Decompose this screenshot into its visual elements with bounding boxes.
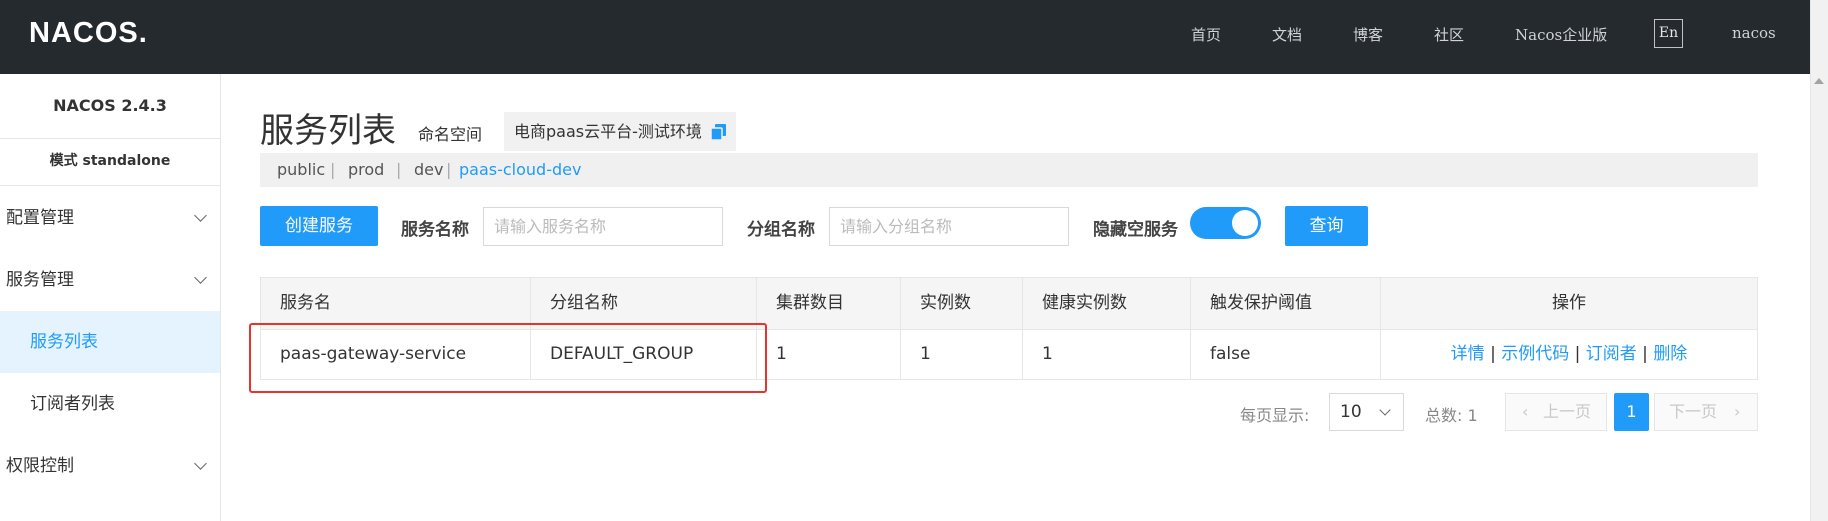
- sidebar-item-config-management[interactable]: 配置管理: [0, 187, 220, 249]
- column-header: 实例数: [901, 278, 1023, 329]
- operations-cell: 详情 | 示例代码 | 订阅者 | 删除: [1381, 329, 1757, 379]
- next-page-label: 下一页: [1669, 402, 1718, 421]
- sidebar-item-label: 服务管理: [6, 270, 74, 290]
- namespace-tab-public[interactable]: public: [277, 153, 325, 187]
- delete-link[interactable]: 删除: [1653, 344, 1687, 364]
- page-number-current[interactable]: 1: [1614, 393, 1649, 431]
- namespace-tabs: public | prod | dev | paas-cloud-dev: [260, 153, 1758, 187]
- sidebar-item-label: 服务列表: [30, 332, 98, 352]
- nav-enterprise[interactable]: Nacos企业版: [1515, 24, 1607, 45]
- separator: |: [1574, 344, 1586, 364]
- separator: |: [1642, 344, 1654, 364]
- namespace-tab-prod[interactable]: prod: [348, 153, 384, 187]
- group-name-input[interactable]: 请输入分组名称: [829, 207, 1069, 246]
- sidebar-item-service-management[interactable]: 服务管理: [0, 249, 220, 311]
- cluster-count-cell: 1: [757, 329, 901, 379]
- per-page-label: 每页显示:: [1240, 406, 1310, 425]
- nav-home[interactable]: 首页: [1191, 24, 1221, 45]
- page-size-select[interactable]: 10: [1329, 393, 1404, 431]
- namespace-value: 电商paas云平台-测试环境: [514, 122, 702, 141]
- column-header: 分组名称: [531, 278, 757, 329]
- page-scrollbar[interactable]: [1810, 0, 1828, 521]
- instance-count-cell: 1: [901, 329, 1023, 379]
- column-header: 健康实例数: [1023, 278, 1191, 329]
- scroll-up-icon[interactable]: [1814, 78, 1824, 84]
- namespace-tab-paas-cloud-dev[interactable]: paas-cloud-dev: [459, 153, 581, 187]
- next-page-button[interactable]: 下一页 ›: [1654, 393, 1758, 431]
- query-button[interactable]: 查询: [1285, 206, 1368, 246]
- namespace-label: 命名空间: [418, 125, 483, 144]
- group-name-label: 分组名称: [747, 220, 815, 240]
- chevron-down-icon: [194, 271, 207, 284]
- page-size-value: 10: [1340, 402, 1362, 422]
- version-label: NACOS 2.4.3: [0, 74, 220, 139]
- page-title: 服务列表: [260, 111, 396, 151]
- namespace-tab-dev[interactable]: dev: [414, 153, 443, 187]
- prev-page-button[interactable]: ‹ 上一页: [1505, 393, 1607, 431]
- copy-icon[interactable]: [711, 124, 726, 140]
- subscribers-link[interactable]: 订阅者: [1586, 344, 1637, 364]
- total-count: 总数: 1: [1425, 406, 1478, 425]
- sidebar-item-label: 订阅者列表: [30, 394, 115, 414]
- nav-blog[interactable]: 博客: [1353, 24, 1383, 45]
- chevron-right-icon: ›: [1734, 402, 1741, 421]
- separator: |: [1490, 344, 1502, 364]
- chevron-down-icon: [194, 457, 207, 470]
- sidebar-item-access-control[interactable]: 权限控制: [0, 435, 220, 497]
- separator: |: [330, 160, 336, 179]
- sidebar: NACOS 2.4.3 模式 standalone 配置管理 服务管理 服务列表…: [0, 74, 221, 521]
- mode-label: 模式 standalone: [0, 138, 220, 186]
- namespace-display: 电商paas云平台-测试环境: [504, 112, 736, 151]
- separator: |: [446, 160, 452, 179]
- hide-empty-label: 隐藏空服务: [1093, 220, 1178, 240]
- sample-code-link[interactable]: 示例代码: [1501, 344, 1569, 364]
- top-navbar: NACOS. 首页 文档 博客 社区 Nacos企业版 En nacos: [0, 0, 1810, 74]
- column-header: 操作: [1552, 293, 1586, 313]
- highlight-annotation-box: [249, 323, 767, 393]
- column-header: 服务名: [261, 278, 531, 329]
- chevron-down-icon: [194, 209, 207, 222]
- chevron-left-icon: ‹: [1522, 402, 1529, 421]
- sidebar-item-label: 配置管理: [6, 208, 74, 228]
- nav-community[interactable]: 社区: [1434, 24, 1464, 45]
- detail-link[interactable]: 详情: [1451, 344, 1485, 364]
- nav-docs[interactable]: 文档: [1272, 24, 1302, 45]
- sidebar-item-label: 权限控制: [6, 456, 74, 476]
- column-header: 集群数目: [757, 278, 901, 329]
- sidebar-item-subscriber-list[interactable]: 订阅者列表: [0, 373, 220, 435]
- healthy-count-cell: 1: [1023, 329, 1191, 379]
- column-header: 触发保护阈值: [1191, 278, 1381, 329]
- service-name-input[interactable]: 请输入服务名称: [483, 207, 723, 246]
- sidebar-item-service-list[interactable]: 服务列表: [0, 311, 220, 373]
- prev-page-label: 上一页: [1543, 402, 1592, 421]
- user-menu[interactable]: nacos: [1732, 24, 1776, 42]
- language-toggle-button[interactable]: En: [1654, 19, 1683, 48]
- hide-empty-toggle[interactable]: [1190, 207, 1261, 239]
- nacos-logo[interactable]: NACOS.: [29, 17, 148, 50]
- service-name-label: 服务名称: [401, 220, 469, 240]
- create-service-button[interactable]: 创建服务: [260, 206, 378, 246]
- protect-threshold-cell: false: [1191, 329, 1381, 379]
- chevron-down-icon: [1379, 404, 1391, 416]
- separator: |: [396, 160, 402, 179]
- toggle-knob: [1232, 210, 1258, 236]
